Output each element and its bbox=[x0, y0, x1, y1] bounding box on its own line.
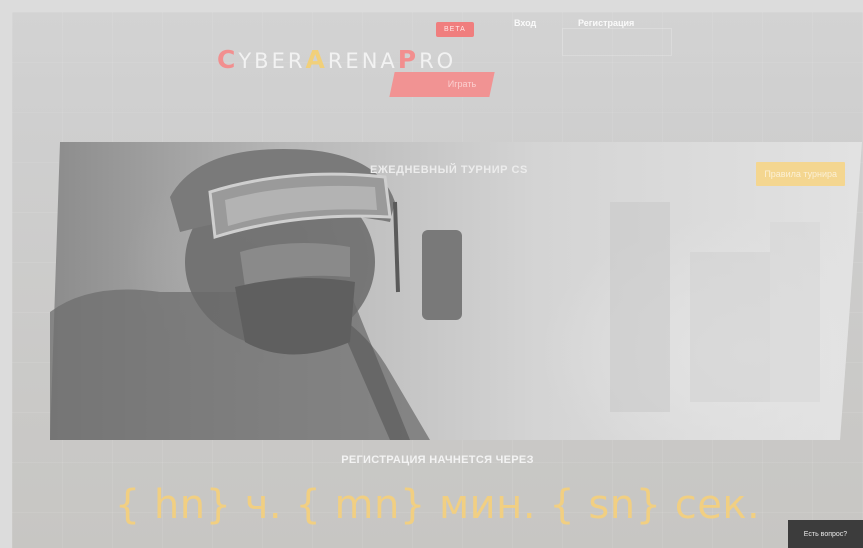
soldier-illustration bbox=[50, 148, 820, 440]
registration-heading: РЕГИСТРАЦИЯ НАЧНЕТСЯ ЧЕРЕЗ bbox=[341, 454, 534, 466]
tournament-rules-button[interactable]: Правила турнира bbox=[756, 162, 845, 186]
beta-badge: BETA bbox=[436, 22, 474, 37]
register-link[interactable]: Регистрация bbox=[568, 12, 644, 34]
play-button-label: Играть bbox=[447, 79, 477, 89]
login-link[interactable]: Вход bbox=[504, 12, 546, 34]
header: C YBER A RENA P RO BETA Вход Регистрация… bbox=[12, 12, 863, 142]
play-button[interactable]: Играть bbox=[389, 72, 495, 97]
hero-banner: ЕЖЕДНЕВНЫЙ ТУРНИР CS Правила турнира bbox=[50, 142, 862, 440]
countdown-timer: { hn} ч. { mn} мин. { sn} сек. bbox=[114, 482, 761, 528]
tournament-title: ЕЖЕДНЕВНЫЙ ТУРНИР CS bbox=[370, 164, 528, 176]
page: C YBER A RENA P RO BETA Вход Регистрация… bbox=[12, 12, 863, 548]
help-chat-button[interactable]: Есть вопрос? bbox=[788, 520, 863, 548]
logo[interactable]: C YBER A RENA P RO bbox=[217, 45, 456, 74]
